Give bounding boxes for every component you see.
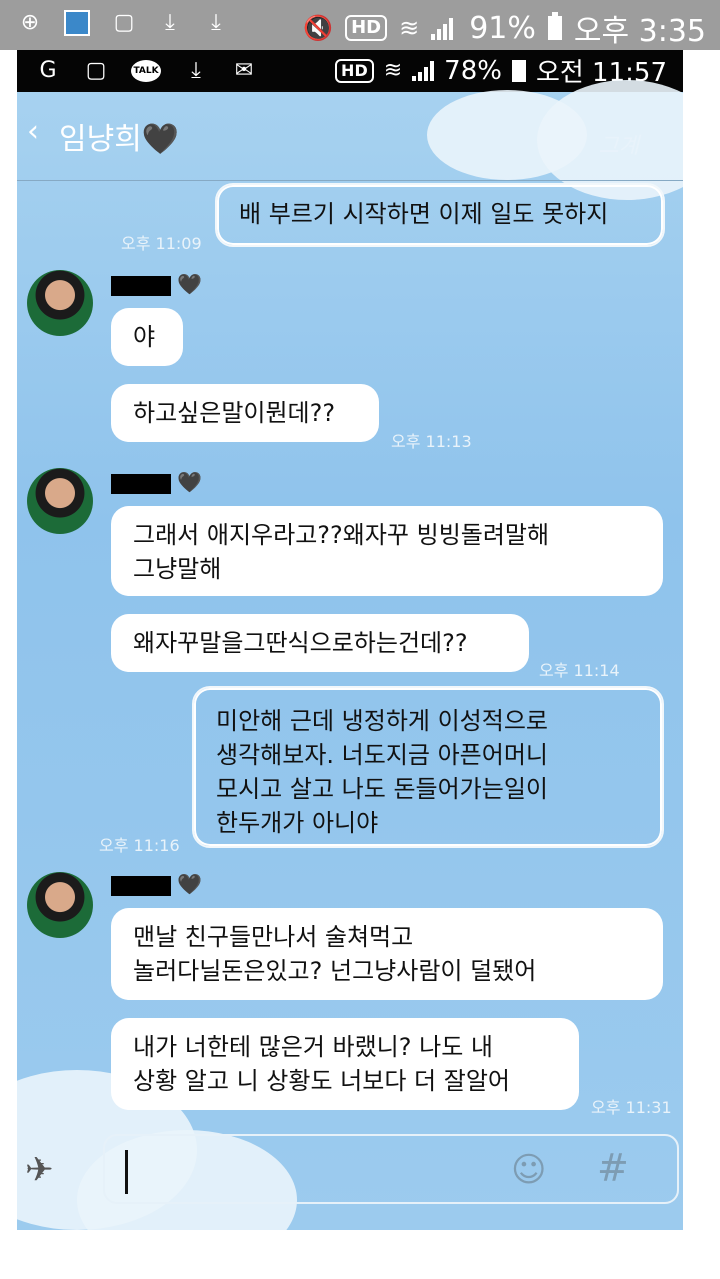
screenshot-icon: ▢ — [85, 58, 107, 83]
message-bubble-incoming[interactable]: 내가 너한테 많은거 바랬니? 나도 내 상황 알고 니 상황도 너보다 더 잘… — [111, 1018, 579, 1110]
message-time: 오후 11:16 — [99, 836, 180, 855]
message-input[interactable] — [103, 1134, 679, 1204]
hd-badge: HD — [345, 15, 388, 41]
hd-badge: HD — [335, 58, 374, 83]
heart-icon: 🖤 — [177, 470, 202, 494]
outer-status-bar: ⊕ ▢ ⤓ ⤓ 🔇 HD ≋ 91% 오후 3:35 — [0, 0, 720, 50]
message-bubble-incoming[interactable]: 하고싶은말이뭔데?? — [111, 384, 379, 442]
download-icon: ⤓ — [165, 10, 175, 35]
chat-title: 임냥희🖤 — [59, 114, 179, 158]
friend-name-redacted — [111, 876, 171, 896]
inner-status-bar: G ▢ TALK ⤓ ✉ HD ≋ 78% 오전 11:57 — [17, 50, 683, 92]
talk-icon: TALK — [131, 60, 161, 82]
handwritten-signature: 그계 — [598, 134, 639, 159]
battery-percent: 78% — [444, 55, 502, 86]
friend-name-redacted — [111, 276, 171, 296]
friend-name-redacted — [111, 474, 171, 494]
battery-icon — [547, 12, 562, 40]
mute-icon: 🔇 — [303, 14, 334, 42]
chat-screen: G ▢ TALK ⤓ ✉ HD ≋ 78% 오전 11:57 ‹ 임냥희🖤 그계… — [17, 50, 683, 1230]
app-g-icon: G — [39, 58, 57, 83]
message-bubble-incoming[interactable]: 그래서 애지우라고??왜자꾸 빙빙돌려말해 그냥말해 — [111, 506, 663, 596]
hash-icon[interactable]: # — [597, 1146, 629, 1190]
download-icon: ⤓ — [191, 58, 201, 83]
screenshot-icon: ▢ — [113, 10, 135, 35]
battery-percent: 91% — [469, 10, 536, 46]
wifi-icon: ≋ — [399, 14, 420, 42]
message-bubble-incoming[interactable]: 맨날 친구들만나서 술쳐먹고 놀러다닐돈은있고? 넌그냥사람이 덜됐어 — [111, 908, 663, 1000]
heart-icon: 🖤 — [177, 872, 202, 896]
text-caret — [125, 1150, 128, 1194]
message-bubble-incoming[interactable]: 야 — [111, 308, 183, 366]
message-bubble-outgoing[interactable]: 미안해 근데 냉정하게 이성적으로 생각해보자. 너도지금 아픈어머니 모시고 … — [192, 686, 664, 848]
chat-header: ‹ 임냥희🖤 그계 — [17, 92, 683, 181]
add-icon: ⊕ — [20, 10, 40, 35]
heart-icon: 🖤 — [177, 272, 202, 296]
message-time: 오후 11:14 — [539, 661, 620, 680]
chat-title-text: 임냥희 — [59, 122, 142, 157]
download-icon-2: ⤓ — [211, 10, 221, 35]
app-thumbnail-icon — [64, 10, 90, 36]
signal-icon — [431, 16, 457, 40]
signal-icon — [412, 60, 435, 81]
friend-avatar[interactable] — [27, 270, 93, 336]
message-time: 오후 11:13 — [391, 432, 472, 451]
battery-charging-icon — [511, 59, 526, 82]
emoji-icon[interactable]: ☺ — [511, 1150, 546, 1190]
message-time: 오후 11:31 — [591, 1098, 672, 1117]
clock: 오후 3:35 — [573, 14, 706, 49]
friend-avatar[interactable] — [27, 872, 93, 938]
friend-avatar[interactable] — [27, 468, 93, 534]
message-bubble-incoming[interactable]: 왜자꾸말을그딴식으로하는건데?? — [111, 614, 529, 672]
mail-icon: ✉ — [234, 58, 254, 83]
back-button[interactable]: ‹ — [27, 114, 39, 149]
heart-icon: 🖤 — [141, 122, 180, 157]
send-icon[interactable]: ✈ — [25, 1150, 54, 1190]
wifi-icon: ≋ — [383, 58, 403, 83]
message-time: 오후 11:09 — [121, 234, 202, 253]
message-input-bar: ✈ ☺ # — [17, 1130, 683, 1230]
message-bubble-outgoing[interactable]: 배 부르기 시작하면 이제 일도 못하지 — [215, 183, 665, 247]
